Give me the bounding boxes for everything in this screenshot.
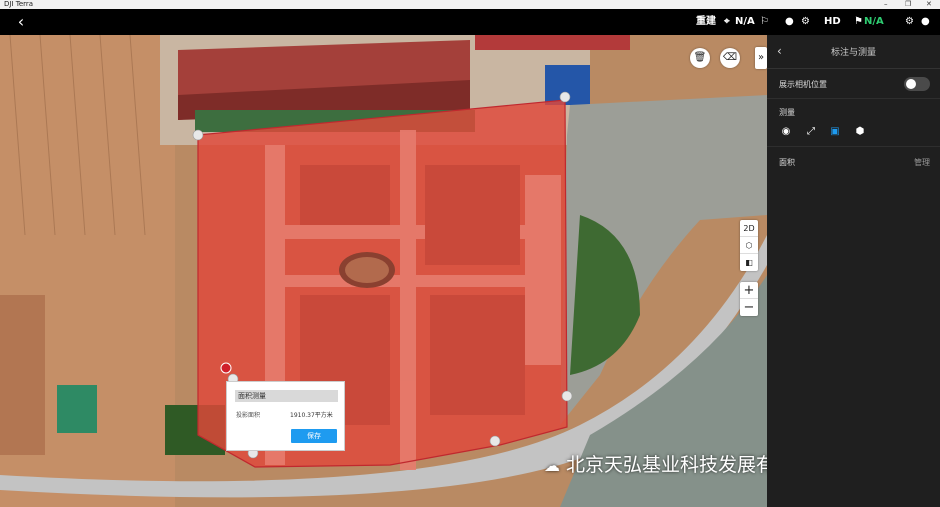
popup-title: 面积测量 bbox=[235, 390, 338, 402]
back-button[interactable]: ‹ bbox=[12, 13, 30, 31]
window-titlebar: DJI Terra – ❐ ✕ bbox=[0, 0, 940, 9]
map-view[interactable]: 🗑 ⌫ » 2D ⬡ ◧ + − 面积测量 投影面积 1910.37平方米 保存… bbox=[0, 35, 767, 507]
gps-icon: ⌖ bbox=[724, 16, 730, 27]
show-camera-row: 展示相机位置 bbox=[767, 69, 940, 99]
area-measure-popup: 面积测量 投影面积 1910.37平方米 保存 bbox=[226, 381, 345, 451]
area-measure-icon[interactable]: ▣ bbox=[828, 125, 842, 139]
restore-icon[interactable]: ❐ bbox=[905, 0, 911, 9]
status-signal-value: N/A bbox=[864, 16, 884, 27]
top-toolbar: ‹ 重建 ⌖ N/A ⚐ ● ⚙ HD ⚑ N/A ⚙ ● bbox=[0, 9, 940, 35]
watermark: ☁ 北京天弘基业科技发展有限公司 bbox=[544, 452, 767, 478]
settings-icon[interactable]: ⚙ bbox=[905, 9, 914, 35]
view-2d-button[interactable]: 2D bbox=[740, 220, 758, 237]
area-list-label: 面积 bbox=[779, 158, 795, 167]
point-measure-icon[interactable]: ◉ bbox=[779, 125, 793, 139]
annotation-measure-panel: ‹ 标注与测量 展示相机位置 测量 ◉ ⤢ ▣ ⬢ 面积 管理 bbox=[767, 35, 940, 507]
zoom-out-button[interactable]: − bbox=[740, 299, 758, 316]
remote-controller-icon: ⚙ bbox=[801, 16, 810, 27]
volume-measure-icon[interactable]: ⬢ bbox=[853, 125, 867, 139]
watermark-text: 北京天弘基业科技发展有限公司 bbox=[566, 454, 767, 476]
window-title: DJI Terra bbox=[4, 0, 34, 8]
minimize-icon[interactable]: – bbox=[884, 0, 888, 9]
save-button[interactable]: 保存 bbox=[291, 429, 337, 443]
projected-area-value: 1910.37平方米 bbox=[290, 412, 333, 419]
eraser-button[interactable]: ⌫ bbox=[720, 48, 740, 68]
measure-section-label: 测量 bbox=[779, 108, 795, 117]
user-icon[interactable]: ● bbox=[921, 9, 930, 35]
zoom-in-button[interactable]: + bbox=[740, 282, 758, 299]
zoom-controls: + − bbox=[740, 282, 758, 316]
signal-icon: ⚑ bbox=[854, 16, 863, 27]
record-icon: ● bbox=[785, 16, 794, 27]
close-icon[interactable]: ✕ bbox=[926, 0, 932, 9]
view-side-icon[interactable]: ◧ bbox=[740, 254, 758, 271]
show-camera-label: 展示相机位置 bbox=[779, 80, 827, 89]
show-camera-toggle[interactable] bbox=[904, 77, 930, 91]
status-gps-value: N/A bbox=[735, 16, 755, 27]
wechat-icon: ☁ bbox=[544, 456, 560, 475]
view-3d-icon[interactable]: ⬡ bbox=[740, 237, 758, 254]
satellite-icon: ⚐ bbox=[760, 16, 769, 27]
collapse-panel-button[interactable]: » bbox=[755, 47, 767, 69]
view-controls: 2D ⬡ ◧ bbox=[740, 220, 758, 271]
status-rebuild[interactable]: 重建 bbox=[696, 9, 716, 35]
panel-header: ‹ 标注与测量 bbox=[767, 35, 940, 69]
line-measure-icon[interactable]: ⤢ bbox=[804, 125, 818, 139]
aerial-map-image bbox=[0, 35, 767, 507]
delete-button[interactable]: 🗑 bbox=[690, 48, 710, 68]
manage-button[interactable]: 管理 bbox=[914, 157, 930, 168]
area-list-row: 面积 管理 bbox=[767, 153, 940, 171]
panel-title: 标注与测量 bbox=[830, 48, 876, 58]
status-hd: HD bbox=[824, 16, 841, 27]
projected-area-label: 投影面积 bbox=[236, 412, 261, 419]
